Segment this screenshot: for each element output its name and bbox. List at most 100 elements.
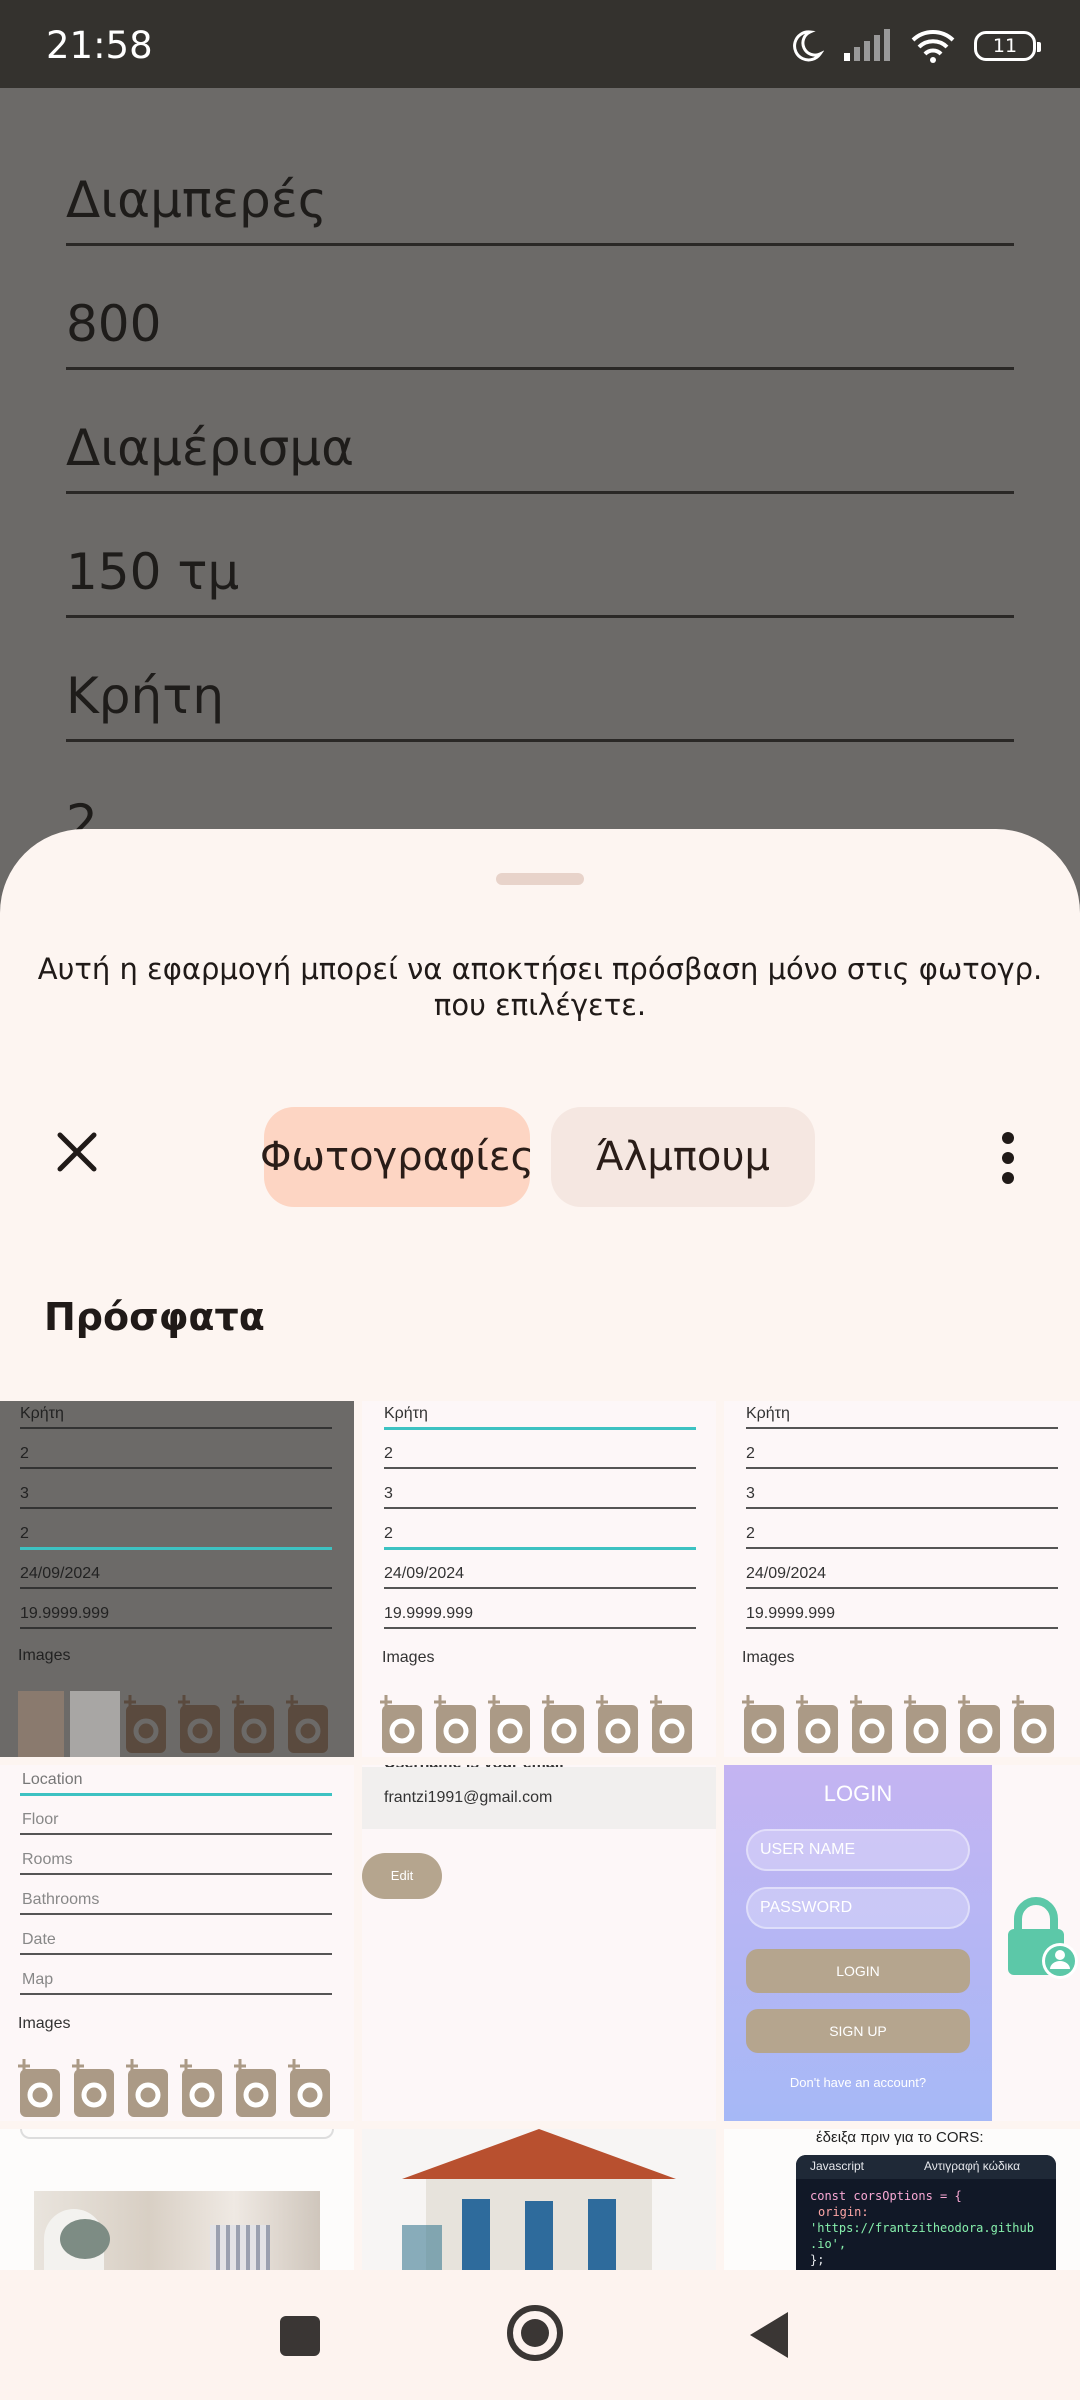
thumb-text: 2 xyxy=(384,1525,393,1542)
thumb-text: Κρήτη xyxy=(746,1405,790,1422)
thumb-text: 2 xyxy=(746,1525,755,1542)
photo-thumbnail[interactable]: έδειξα πριν για το CORS: Javascript Αντι… xyxy=(724,2129,1080,2271)
close-icon[interactable] xyxy=(48,1123,106,1181)
section-title-recent: Πρόσφατα xyxy=(44,1295,265,1339)
status-time: 21:58 xyxy=(46,24,153,67)
thumb-text: Κρήτη xyxy=(20,1405,64,1422)
add-photo-icon xyxy=(18,2059,60,2117)
photo-thumbnail[interactable]: LOGIN USER NAME PASSWORD LOGIN SIGN UP D… xyxy=(724,1765,1080,2121)
add-photo-icon xyxy=(72,2059,114,2117)
lock-user-icon xyxy=(1008,1897,1078,1979)
moon-icon xyxy=(793,30,824,62)
thumb-text: PASSWORD xyxy=(746,1887,970,1929)
add-photo-icon xyxy=(542,1695,584,1753)
thumb-text: 3 xyxy=(20,1485,29,1502)
photo-thumbnail[interactable]: Κρήτη 2 3 2 24/09/2024 19.9999.999 Image… xyxy=(362,1401,716,1757)
thumb-text: Κρήτη xyxy=(384,1405,428,1422)
photo-thumbnail[interactable]: Username is your email frantzi1991@gmail… xyxy=(362,1765,716,2121)
thumb-text: Αντιγραφή κώδικα xyxy=(924,2159,1021,2173)
thumb-text: LOGIN xyxy=(823,1781,893,1806)
photo-thumbnail[interactable] xyxy=(0,2129,354,2271)
thumb-text: Images xyxy=(18,2015,71,2032)
thumb-text: 2 xyxy=(20,1525,29,1542)
thumb-login-panel: LOGIN USER NAME PASSWORD LOGIN SIGN UP D… xyxy=(724,1765,992,2121)
form-field[interactable]: 150 τμ xyxy=(66,494,1014,618)
battery-icon: 11 xyxy=(974,31,1041,61)
add-photo-icon xyxy=(380,1695,422,1753)
thumb-text: Date xyxy=(22,1931,56,1948)
add-photo-icon xyxy=(434,1695,476,1753)
wifi-icon xyxy=(911,30,955,63)
thumb-text: Javascript xyxy=(810,2159,865,2173)
photo-grid: Κρήτη 2 3 2 24/09/2024 19.9999.999 Image… xyxy=(0,1401,1080,2271)
photo-thumbnail[interactable]: Κρήτη 2 3 2 24/09/2024 19.9999.999 Image… xyxy=(0,1401,354,1757)
thumb-text: .io', xyxy=(810,2237,847,2251)
add-photo-icon xyxy=(850,1695,892,1753)
thumb-text: }; xyxy=(810,2253,825,2267)
photo-thumbnail[interactable] xyxy=(362,2129,716,2271)
thumb-text: Rooms xyxy=(22,1851,73,1868)
tab-photos[interactable]: Φωτογραφίες xyxy=(260,1107,534,1207)
thumb-text: frantzi1991@gmail.com xyxy=(384,1789,553,1806)
thumb-text: SIGN UP xyxy=(746,2009,970,2053)
permission-notice: Αυτή η εφαρμογή μπορεί να αποκτήσει πρόσ… xyxy=(37,952,1043,1022)
thumb-text: Map xyxy=(22,1971,54,1988)
form-field[interactable]: 800 xyxy=(66,246,1014,370)
tab-albums[interactable]: Άλμπουμ xyxy=(551,1107,815,1207)
thumb-text: 19.9999.999 xyxy=(384,1605,473,1622)
code-snippet: Javascript Αντιγραφή κώδικα const corsOp… xyxy=(796,2155,1056,2271)
add-photo-icon xyxy=(178,1695,220,1753)
thumb-text: Bathrooms xyxy=(22,1891,100,1908)
thumb-text: LOGIN xyxy=(746,1949,970,1993)
status-bar: 21:58 11 xyxy=(0,0,1080,88)
status-icons: 11 xyxy=(788,26,1041,66)
thumb-edit-button: Edit xyxy=(362,1853,442,1899)
thumb-text: 24/09/2024 xyxy=(746,1565,827,1582)
form-field-value: Διαμέρισμα xyxy=(66,419,355,477)
add-photo-icon xyxy=(126,2059,168,2117)
form-field[interactable]: Κρήτη xyxy=(66,618,1014,742)
thumb-text: Images xyxy=(382,1649,435,1666)
thumb-text: const corsOptions = { xyxy=(810,2189,962,2203)
thumb-text: 2 xyxy=(746,1445,755,1462)
navigation-bar xyxy=(0,2270,1080,2400)
add-photo-icon xyxy=(288,2059,330,2117)
battery-level: 11 xyxy=(992,35,1018,57)
thumb-text: 24/09/2024 xyxy=(20,1565,101,1582)
add-photo-icon xyxy=(1012,1695,1054,1753)
form-field[interactable]: Διαμέρισμα xyxy=(66,370,1014,494)
thumb-text: Floor xyxy=(22,1811,59,1828)
home-icon[interactable] xyxy=(506,2304,564,2362)
add-photo-icon xyxy=(180,2059,222,2117)
back-icon[interactable] xyxy=(748,2310,790,2360)
thumb-text: 24/09/2024 xyxy=(384,1565,465,1582)
signal-icon xyxy=(844,29,890,61)
add-photo-icon xyxy=(796,1695,838,1753)
thumb-text: 2 xyxy=(384,1445,393,1462)
add-photo-icon xyxy=(742,1695,784,1753)
background-form: Διαμπερές 800 Διαμέρισμα 150 τμ Κρήτη 2 xyxy=(0,88,1080,888)
thumb-text: origin: xyxy=(818,2205,869,2219)
add-photo-icon xyxy=(234,2059,276,2117)
building-illustration xyxy=(402,2129,676,2271)
more-options-icon[interactable] xyxy=(990,1132,1026,1184)
form-field-value: Κρήτη xyxy=(66,667,225,725)
form-field[interactable]: Διαμπερές xyxy=(66,122,1014,246)
thumb-text: έδειξα πριν για το CORS: xyxy=(816,2129,984,2146)
thumb-text: 19.9999.999 xyxy=(746,1605,835,1622)
thumb-text: 2 xyxy=(20,1445,29,1462)
form-field-value: 150 τμ xyxy=(66,543,240,601)
thumb-text: Images xyxy=(18,1647,71,1664)
thumb-text: Location xyxy=(22,1771,83,1788)
add-photo-icon xyxy=(958,1695,1000,1753)
add-photo-icon xyxy=(286,1695,328,1753)
thumb-text: Don't have an account? xyxy=(789,2075,927,2090)
form-field-value: 800 xyxy=(66,295,162,353)
add-photo-icon xyxy=(904,1695,946,1753)
photo-picker-sheet: Αυτή η εφαρμογή μπορεί να αποκτήσει πρόσ… xyxy=(0,829,1080,2400)
drag-handle[interactable] xyxy=(496,873,584,885)
photo-thumbnail[interactable]: Location Floor Rooms Bathrooms Date Map … xyxy=(0,1765,354,2121)
photo-thumbnail[interactable]: Κρήτη 2 3 2 24/09/2024 19.9999.999 Image… xyxy=(724,1401,1080,1757)
thumb-text: USER NAME xyxy=(746,1829,970,1871)
recents-icon[interactable] xyxy=(278,2314,322,2358)
